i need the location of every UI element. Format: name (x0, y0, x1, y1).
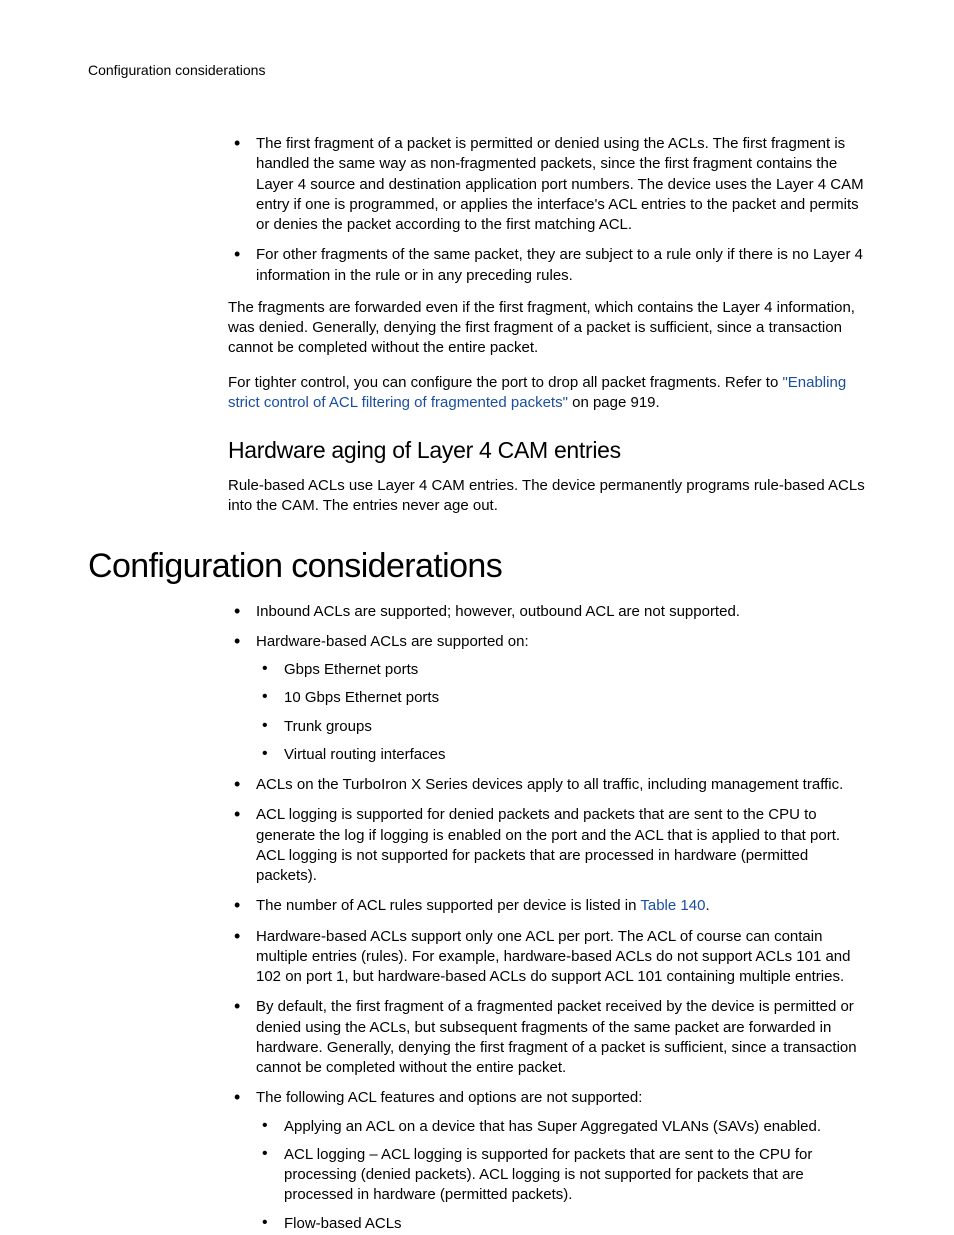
list-item: For other fragments of the same packet, … (228, 245, 866, 286)
list-item: ACLs on the TurboIron X Series devices a… (228, 775, 866, 795)
sub-list: Applying an ACL on a device that has Sup… (256, 1117, 866, 1234)
link-table-140[interactable]: Table 140 (640, 897, 705, 914)
text-run: . (705, 897, 709, 914)
list-item: Trunk groups (256, 717, 866, 737)
list-item: Flow-based ACLs (256, 1214, 866, 1234)
list-item: Gbps Ethernet ports (256, 660, 866, 680)
text-run: For tighter control, you can configure t… (228, 374, 782, 391)
text-run: Hardware-based ACLs are supported on: (256, 633, 529, 650)
list-item: ACL logging – ACL logging is supported f… (256, 1145, 866, 1206)
list-item: Applying an ACL on a device that has Sup… (256, 1117, 866, 1137)
list-item: 10 Gbps Ethernet ports (256, 688, 866, 708)
list-item: ACL logging is supported for denied pack… (228, 805, 866, 886)
list-item: Hardware-based ACLs are supported on: Gb… (228, 632, 866, 765)
list-item: The first fragment of a packet is permit… (228, 134, 866, 235)
list-item: The following ACL features and options a… (228, 1088, 866, 1234)
text-run: The following ACL features and options a… (256, 1089, 642, 1106)
list-item: Hardware-based ACLs support only one ACL… (228, 927, 866, 988)
list-item: The number of ACL rules supported per de… (228, 896, 866, 916)
heading-hardware-aging: Hardware aging of Layer 4 CAM entries (228, 437, 866, 464)
body-column: The first fragment of a packet is permit… (228, 134, 866, 517)
config-bullets: Inbound ACLs are supported; however, out… (228, 602, 866, 1234)
sub-list: Gbps Ethernet ports 10 Gbps Ethernet por… (256, 660, 866, 765)
paragraph: Rule-based ACLs use Layer 4 CAM entries.… (228, 476, 866, 517)
list-item: Virtual routing interfaces (256, 745, 866, 765)
body-column: Inbound ACLs are supported; however, out… (228, 602, 866, 1234)
heading-configuration-considerations: Configuration considerations (88, 547, 866, 586)
list-item: By default, the first fragment of a frag… (228, 997, 866, 1078)
fragment-bullets: The first fragment of a packet is permit… (228, 134, 866, 286)
text-run: The number of ACL rules supported per de… (256, 897, 640, 914)
page: Configuration considerations The first f… (0, 0, 954, 1235)
list-item: Inbound ACLs are supported; however, out… (228, 602, 866, 622)
text-run: on page 919. (568, 394, 660, 411)
paragraph: The fragments are forwarded even if the … (228, 298, 866, 359)
paragraph: For tighter control, you can configure t… (228, 373, 866, 414)
running-header: Configuration considerations (88, 62, 866, 78)
